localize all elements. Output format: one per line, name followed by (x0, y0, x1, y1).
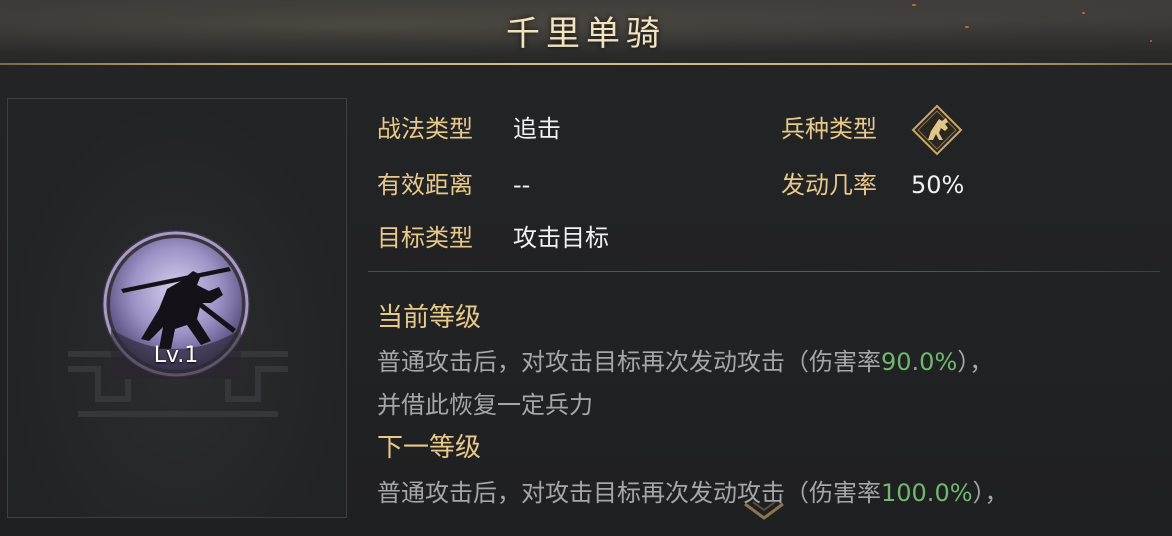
current-level-damage-rate: 90.0% (881, 348, 958, 376)
current-level-desc-line2: 并借此恢复一定兵力 (377, 391, 593, 419)
current-level-desc-suffix: ）， (957, 348, 994, 376)
next-level-desc-line1: 普通攻击后，对攻击目标再次发动攻击（伤害率100.0%）， (377, 478, 1009, 508)
trigger-rate-label: 发动几率 (781, 171, 877, 199)
target-type-label: 目标类型 (377, 224, 473, 252)
next-level-desc-prefix: 普通攻击后，对攻击目标再次发动攻击（伤害率 (377, 479, 881, 507)
next-level-damage-rate: 100.0% (881, 479, 973, 507)
next-level-title: 下一等级 (377, 433, 482, 463)
next-level-desc-suffix: ）， (972, 479, 1009, 507)
cavalry-horse-icon[interactable] (911, 104, 963, 156)
title-bar: 千里单骑 (0, 0, 1172, 63)
target-type-value: 攻击目标 (513, 224, 609, 252)
skill-title: 千里单骑 (506, 14, 666, 54)
current-level-title: 当前等级 (377, 303, 482, 333)
skill-level: Lv.1 (153, 343, 199, 368)
troop-type-label: 兵种类型 (781, 115, 877, 143)
current-level-desc-line1: 普通攻击后，对攻击目标再次发动攻击（伤害率90.0%）， (377, 347, 993, 377)
scroll-down-chevron-icon[interactable] (741, 498, 787, 524)
trigger-rate-value: 50% (911, 171, 965, 199)
current-level-desc-prefix: 普通攻击后，对攻击目标再次发动攻击（伤害率 (377, 348, 881, 376)
tactic-type-value: 追击 (513, 115, 561, 143)
tactic-type-label: 战法类型 (377, 115, 473, 143)
range-label: 有效距离 (377, 171, 473, 199)
range-value: -- (513, 171, 531, 199)
section-divider (368, 271, 1160, 272)
